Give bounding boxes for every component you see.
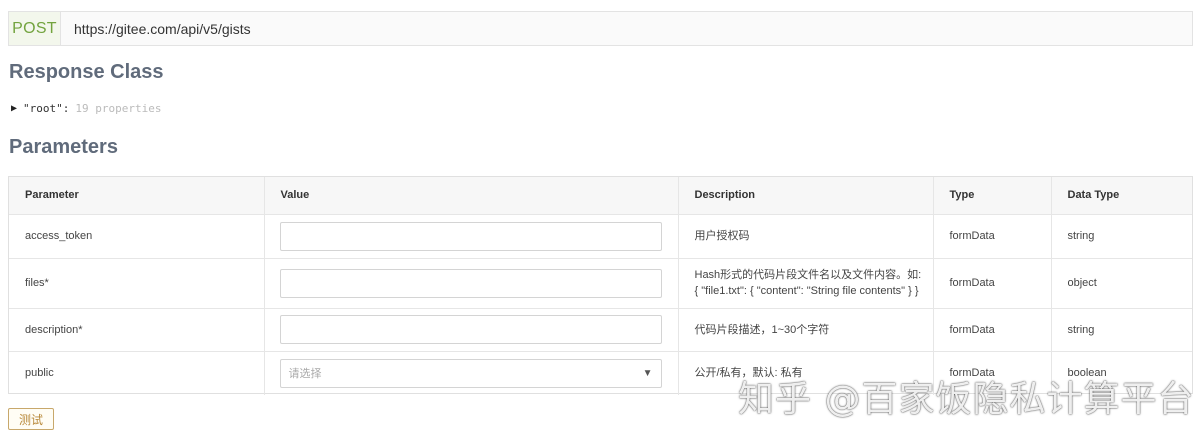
header-type: Type: [933, 177, 1052, 215]
param-data-type: string: [1051, 214, 1192, 259]
parameters-table: Parameter Value Description Type Data Ty…: [8, 176, 1193, 395]
description-input[interactable]: [279, 315, 662, 344]
param-type: formData: [933, 308, 1052, 352]
param-description: 代码片段描述，1~30个字符: [678, 308, 934, 352]
test-button[interactable]: 测试: [8, 408, 54, 430]
param-data-type: object: [1051, 258, 1192, 309]
header-data-type: Data Type: [1051, 177, 1192, 215]
param-data-type: string: [1051, 308, 1192, 352]
table-header-row: Parameter Value Description Type Data Ty…: [9, 177, 1192, 215]
param-description: 用户授权码: [678, 214, 934, 259]
http-method-badge: POST: [9, 12, 61, 45]
param-type: formData: [933, 214, 1052, 259]
table-row: files* Hash形式的代码片段文件名以及文件内容。如: { "file1.…: [9, 258, 1192, 309]
param-name: access_token: [9, 214, 265, 259]
header-parameter: Parameter: [9, 177, 265, 215]
param-name: description*: [9, 308, 265, 352]
param-type: formData: [933, 258, 1052, 309]
table-row: access_token 用户授权码 formData string: [9, 214, 1192, 259]
param-description: Hash形式的代码片段文件名以及文件内容。如: { "file1.txt": {…: [678, 258, 934, 309]
select-placeholder: 请选择: [288, 368, 322, 381]
response-class-title: Response Class: [9, 61, 164, 83]
response-root-toggle[interactable]: ▶ "root": 19 properties: [11, 102, 161, 115]
endpoint-url: https://gitee.com/api/v5/gists: [74, 20, 251, 37]
watermark-text: 知乎 @百家饭隐私计算平台: [738, 379, 1195, 420]
param-name: public: [9, 351, 265, 395]
public-select[interactable]: 请选择 ▼: [279, 358, 662, 388]
root-key: "root":: [23, 102, 70, 115]
parameters-title: Parameters: [9, 136, 118, 158]
expand-triangle-icon[interactable]: ▶: [11, 103, 17, 114]
param-name: files*: [9, 258, 265, 309]
access-token-input[interactable]: [279, 221, 662, 251]
dropdown-caret-icon: ▼: [642, 367, 653, 379]
header-description: Description: [678, 177, 934, 215]
root-property-count: 19 properties: [75, 102, 162, 115]
files-input[interactable]: [279, 268, 662, 298]
table-row: description* 代码片段描述，1~30个字符 formData str…: [9, 308, 1192, 352]
endpoint-bar: POST https://gitee.com/api/v5/gists: [8, 11, 1193, 46]
header-value: Value: [264, 177, 679, 215]
